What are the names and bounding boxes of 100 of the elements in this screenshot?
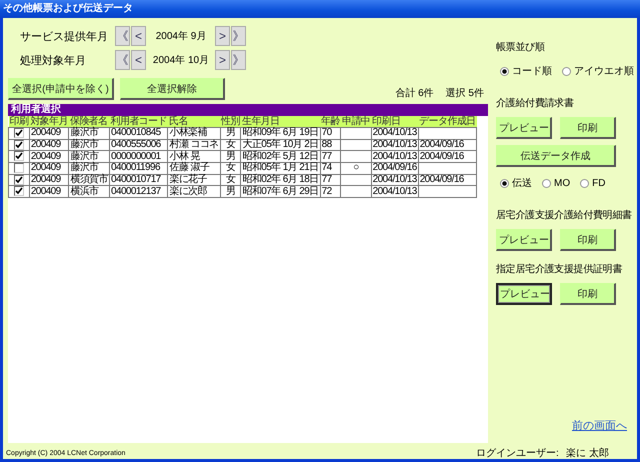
radio-button[interactable] <box>562 66 571 76</box>
preview-button[interactable]: プレビュー <box>496 117 552 139</box>
total-count: 合計 6件 <box>395 86 434 100</box>
radio-button[interactable] <box>580 178 590 188</box>
table-cell: 男 <box>220 128 241 140</box>
section-heading: 居宅介護支援介護給付費明細書 <box>496 208 633 222</box>
radio-button[interactable] <box>542 178 551 188</box>
column-header: データ作成日 <box>418 116 477 128</box>
radio-label: アイウエオ順 <box>574 65 634 78</box>
table-cell: 藤沢市 <box>68 150 110 162</box>
period-label: サービス提供年月 <box>20 30 109 44</box>
user-name: 楽に 太郎 <box>566 446 609 460</box>
table-cell: 200409 <box>29 128 69 140</box>
table-cell: 女 <box>220 139 241 151</box>
radio-button[interactable] <box>500 66 509 76</box>
column-header: 印刷 <box>8 116 30 128</box>
radio-label: MO <box>554 178 570 188</box>
radio-label: FD <box>592 178 606 188</box>
table-cell: 昭和02年 6月 18日 <box>240 174 320 186</box>
table-cell: 0400555006 <box>110 139 168 151</box>
table-cell: 70 <box>320 128 341 140</box>
table-cell: 2004/09/16 <box>418 174 477 186</box>
first-button[interactable]: 《 <box>115 50 130 70</box>
table-cell: 藤沢市 <box>68 139 110 151</box>
table-cell: 0000000001 <box>110 150 168 162</box>
column-header: 生年月日 <box>240 116 320 128</box>
login-label: ログインユーザー: <box>476 447 560 460</box>
period-label: 処理対象年月 <box>20 54 87 68</box>
table-cell: 0400011996 <box>110 162 168 174</box>
table-cell: 88 <box>320 139 341 151</box>
table-cell: 小林楽補 <box>168 128 220 140</box>
radio-label: 伝送 <box>512 177 532 190</box>
checkbox[interactable] <box>14 151 24 162</box>
table-cell: 横須賀市 <box>68 174 110 186</box>
table-cell: 0400012137 <box>110 186 168 198</box>
selected-count: 選択 5件 <box>446 87 484 100</box>
table-cell: 男 <box>220 186 241 198</box>
table-cell: 200409 <box>29 150 69 162</box>
table-cell: 楽に花子 <box>168 174 220 186</box>
deselect-all-button[interactable]: 全選択解除 <box>120 78 225 100</box>
table-cell: 200409 <box>29 139 69 151</box>
create-data-button[interactable]: 伝送データ作成 <box>496 145 616 167</box>
radio-button[interactable] <box>500 178 509 188</box>
table-cell: 横浜市 <box>68 186 110 198</box>
checkbox[interactable] <box>14 186 24 196</box>
table-cell: 2004/10/13 <box>371 139 418 151</box>
section-heading: 帳票並び順 <box>496 41 546 54</box>
table-cell: 200409 <box>29 186 69 198</box>
table-cell: 2004/10/13 <box>371 186 418 198</box>
period-value: 2004年 10月 <box>152 54 210 67</box>
select-all-button[interactable]: 全選択(申請中を除く) <box>8 78 114 100</box>
column-header: 対象年月 <box>29 116 69 128</box>
preview-button[interactable]: プレビュー <box>496 283 552 305</box>
next-button[interactable]: > <box>215 26 230 46</box>
table-cell: 0400010717 <box>110 174 168 186</box>
table-cell: 200409 <box>29 162 69 174</box>
table-cell: 村瀬 ココネ <box>168 139 220 151</box>
table-cell: 大正05年 10月 2日 <box>240 139 320 151</box>
previous-button[interactable]: < <box>131 50 146 70</box>
table-cell: 女 <box>220 174 241 186</box>
table-cell: 昭和07年 6月 29日 <box>240 186 320 198</box>
table-cell: ○ <box>340 162 372 174</box>
previous-button[interactable]: < <box>131 26 146 46</box>
checkbox[interactable] <box>14 162 24 173</box>
table-cell: 藤沢市 <box>68 162 110 174</box>
period-value: 2004年 9月 <box>154 30 208 43</box>
table-cell: 藤沢市 <box>68 128 110 140</box>
print-button[interactable]: 印刷 <box>560 229 616 251</box>
first-button[interactable]: 《 <box>115 26 130 46</box>
column-header: 保険者名 <box>68 116 110 128</box>
table-cell: 男 <box>220 150 241 162</box>
table-cell: 女 <box>220 162 241 174</box>
table-cell: 0400010845 <box>110 128 168 140</box>
preview-button[interactable]: プレビュー <box>496 229 552 251</box>
table-cell: 77 <box>320 150 341 162</box>
window-title: その他帳票および伝送データ <box>0 0 640 18</box>
column-header: 印刷日 <box>371 116 418 128</box>
table-cell: 昭和02年 5月 12日 <box>240 150 320 162</box>
table-cell: 72 <box>320 186 341 198</box>
next-button[interactable]: > <box>215 50 230 70</box>
table-cell: 2004/09/16 <box>418 139 477 151</box>
last-button[interactable]: 》 <box>231 26 246 46</box>
print-button[interactable]: 印刷 <box>560 117 616 139</box>
back-link[interactable]: 前の画面へ <box>572 418 627 433</box>
table-cell: 74 <box>320 162 341 174</box>
table-cell: 77 <box>320 174 341 186</box>
column-header: 性別 <box>220 116 241 128</box>
column-header: 年齢 <box>320 116 341 128</box>
column-header: 利用者コード <box>110 116 168 128</box>
table-cell: 昭和09年 6月 19日 <box>240 128 320 140</box>
radio-label: コード順 <box>512 65 552 78</box>
print-button[interactable]: 印刷 <box>560 283 616 305</box>
table-cell: 2004/10/13 <box>371 128 418 140</box>
last-button[interactable]: 》 <box>231 50 246 70</box>
checkbox[interactable] <box>14 128 24 138</box>
checkbox[interactable] <box>14 174 24 185</box>
table-cell: 2004/09/16 <box>371 162 418 174</box>
table-cell: 200409 <box>29 174 69 186</box>
table-cell: 2004/10/13 <box>371 174 418 186</box>
checkbox[interactable] <box>14 140 24 150</box>
